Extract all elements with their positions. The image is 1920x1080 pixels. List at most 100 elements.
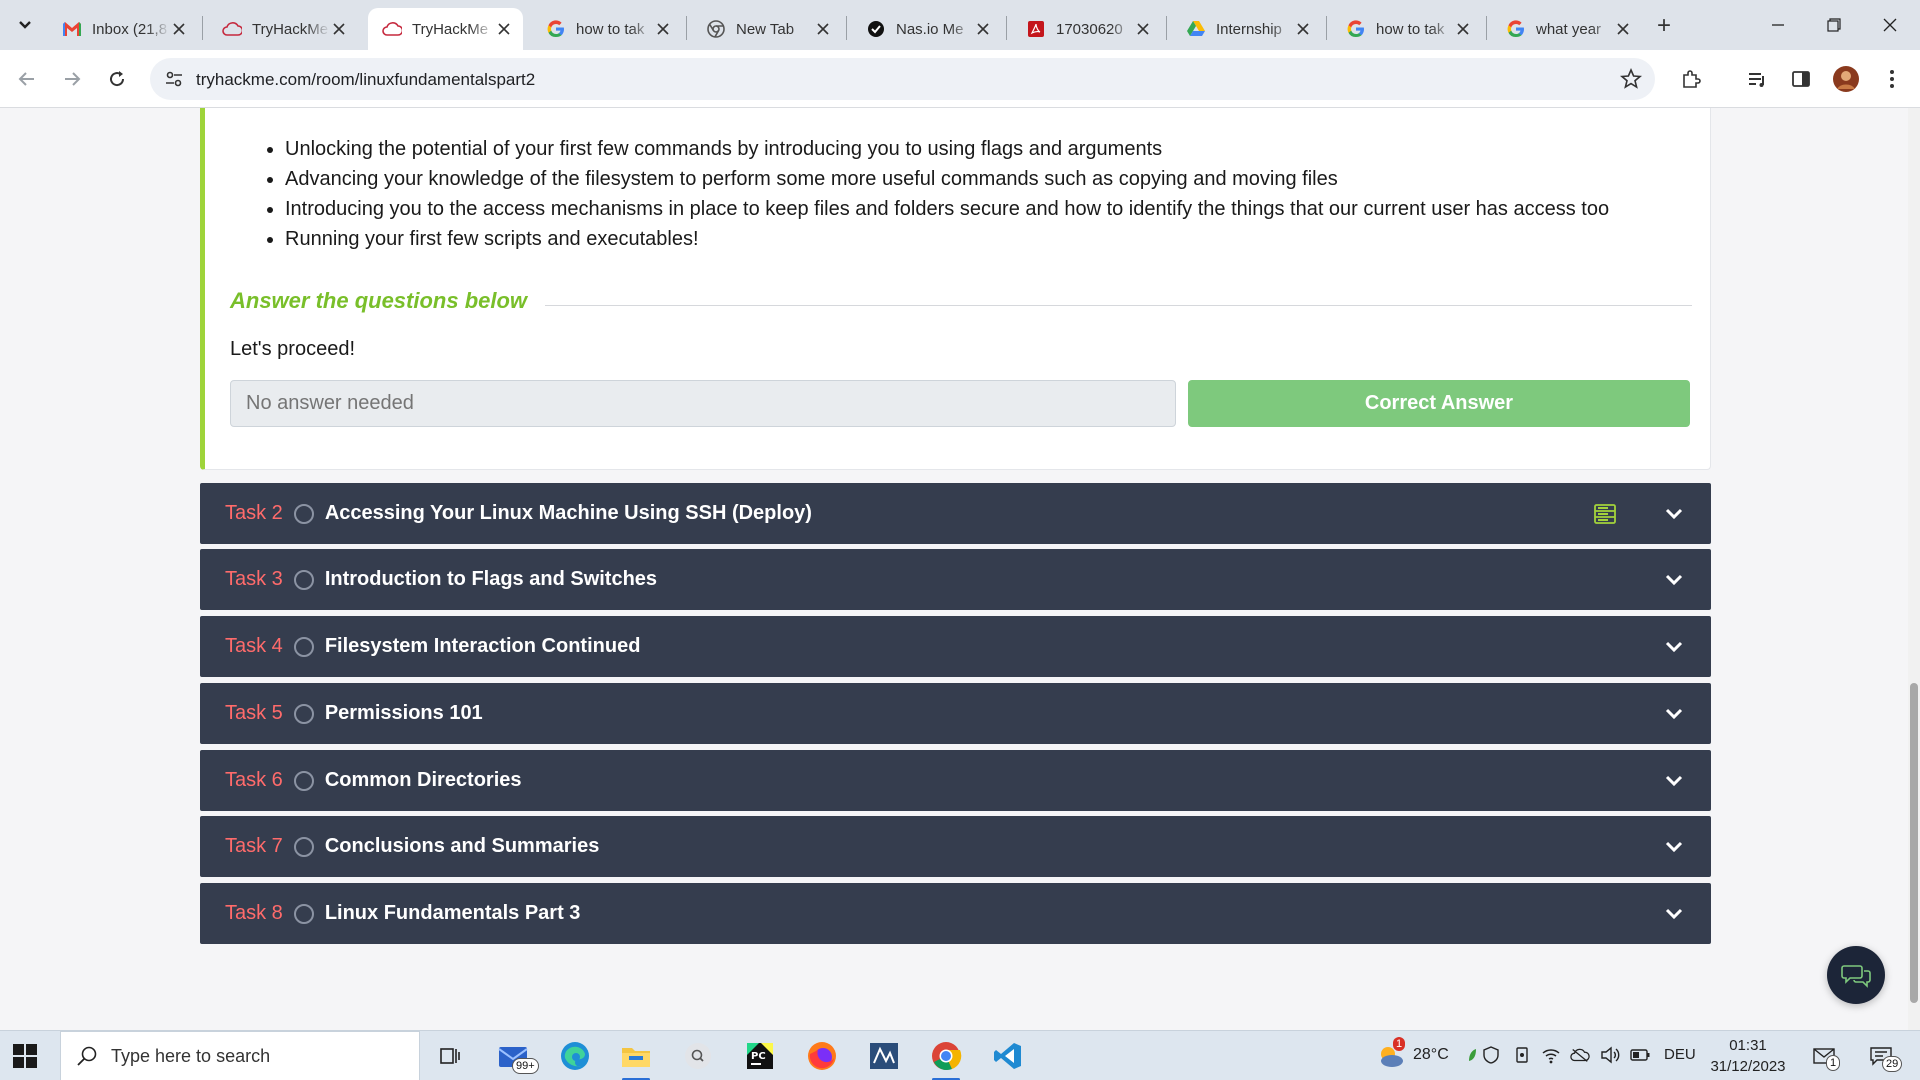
close-tab-icon[interactable] (170, 20, 188, 38)
browser-tab[interactable]: Nas.io Me (852, 8, 1002, 50)
tab-title: Nas.io Me (896, 20, 964, 38)
close-tab-icon[interactable] (1134, 20, 1152, 38)
media-control-button[interactable] (1742, 64, 1772, 94)
task-status-circle-icon (293, 836, 314, 857)
tab-separator (1166, 16, 1167, 40)
page-scrollbar[interactable] (1908, 108, 1920, 1030)
chevron-down-icon[interactable] (1662, 835, 1686, 859)
address-bar[interactable]: tryhackme.com/room/linuxfundamentalspart… (150, 58, 1655, 100)
url-text[interactable]: tryhackme.com/room/linuxfundamentalspart… (196, 70, 535, 90)
bookmark-star-icon[interactable] (1619, 67, 1643, 91)
new-tab-button[interactable]: + (1650, 12, 1678, 40)
edge-app[interactable] (555, 1036, 595, 1076)
browser-tab[interactable]: what year (1492, 8, 1642, 50)
system-clock[interactable]: 01:31 31/12/2023 (1700, 1035, 1796, 1077)
close-tab-icon[interactable] (814, 20, 832, 38)
browser-tab[interactable]: Inbox (21,8 (48, 8, 198, 50)
close-tab-icon[interactable] (974, 20, 992, 38)
profile-avatar[interactable] (1831, 64, 1861, 94)
close-tab-icon[interactable] (1614, 20, 1632, 38)
close-tab-icon[interactable] (330, 20, 348, 38)
wifi-icon[interactable] (1541, 1045, 1561, 1065)
search-placeholder: Type here to search (111, 1045, 271, 1066)
cloud-sync-icon[interactable] (1570, 1045, 1590, 1065)
folder-icon (622, 1048, 650, 1067)
chrome-app[interactable] (926, 1036, 966, 1080)
site-info-icon[interactable] (164, 69, 184, 89)
browser-tab[interactable]: TryHackMe (368, 8, 523, 50)
task-accordion-header[interactable]: Task 2 Accessing Your Linux Machine Using… (200, 483, 1711, 544)
task-accordion-header[interactable]: Task 3 Introduction to Flags and Switches (200, 549, 1711, 610)
browser-tab[interactable]: how to tak (1332, 8, 1482, 50)
tab-title: how to tak (1376, 20, 1445, 38)
answer-input[interactable] (230, 380, 1176, 427)
correct-answer-button[interactable]: Correct Answer (1188, 380, 1690, 427)
weather-badge: 1 (1393, 1037, 1406, 1051)
leaf-icon[interactable] (1462, 1045, 1482, 1065)
input-language[interactable]: DEU (1664, 1046, 1696, 1063)
battery-icon[interactable] (1630, 1045, 1650, 1065)
email-tray-icon[interactable]: 1 (1812, 1045, 1841, 1071)
media-queue-icon (1749, 73, 1764, 87)
close-tab-icon[interactable] (1454, 20, 1472, 38)
task-accordion-header[interactable]: Task 7 Conclusions and Summaries (200, 816, 1711, 877)
windows-start-icon[interactable] (12, 1043, 38, 1069)
search-app[interactable] (678, 1036, 718, 1076)
task-accordion-header[interactable]: Task 8 Linux Fundamentals Part 3 (200, 883, 1711, 944)
task-title: Linux Fundamentals Part 3 (324, 902, 581, 924)
back-button[interactable] (12, 64, 42, 94)
tab-title: TryHackMe (412, 20, 489, 38)
temperature[interactable]: 28°C (1413, 1046, 1449, 1064)
task-accordion-header[interactable]: Task 4 Filesystem Interaction Continued (200, 616, 1711, 677)
task-title: Conclusions and Summaries (324, 835, 600, 857)
close-tab-icon[interactable] (1294, 20, 1312, 38)
close-tab-icon[interactable] (495, 20, 513, 38)
tab-search-dropdown[interactable] (10, 13, 40, 37)
notification-center-icon[interactable]: 29 (1868, 1045, 1903, 1072)
chat-support-button[interactable] (1827, 946, 1885, 1004)
tab-title: Internship (1216, 20, 1282, 38)
task-number: Task 6 (225, 769, 283, 791)
taskbar-search[interactable]: Type here to search (60, 1031, 420, 1080)
firefox-app[interactable] (802, 1036, 842, 1076)
chevron-down-icon[interactable] (1662, 568, 1686, 592)
pycharm-icon: PC (747, 1043, 773, 1069)
reload-button[interactable] (102, 64, 132, 94)
task-view-button[interactable] (430, 1036, 470, 1076)
file-explorer-app[interactable] (616, 1036, 656, 1080)
vscode-app[interactable] (988, 1036, 1028, 1076)
forward-button[interactable] (57, 64, 87, 94)
close-tab-icon[interactable] (654, 20, 672, 38)
browser-menu-button[interactable] (1877, 64, 1907, 94)
task-number: Task 5 (225, 702, 283, 724)
minimize-button[interactable] (1758, 10, 1798, 40)
security-shield-icon[interactable] (1481, 1045, 1501, 1065)
task-1-bullet-list: Unlocking the potential of your first fe… (285, 134, 1609, 254)
chevron-down-icon[interactable] (1662, 502, 1686, 526)
device-icon[interactable] (1512, 1045, 1532, 1065)
chrome-icon (932, 1042, 962, 1071)
notification-count: 29 (1882, 1056, 1903, 1072)
browser-tab[interactable]: New Tab (692, 8, 842, 50)
weather-icon[interactable]: 1 (1376, 1037, 1406, 1071)
virtualbox-app[interactable] (864, 1036, 904, 1076)
close-window-button[interactable] (1870, 10, 1910, 40)
browser-tab[interactable]: Internship (1172, 8, 1322, 50)
side-panel-button[interactable] (1786, 64, 1816, 94)
browser-tab[interactable]: how to tak (532, 8, 682, 50)
mail-app[interactable]: 99+ (494, 1036, 539, 1076)
search-app-icon (685, 1043, 711, 1069)
restore-button[interactable] (1814, 10, 1854, 40)
task-accordion-header[interactable]: Task 6 Common Directories (200, 750, 1711, 811)
pycharm-app[interactable]: PC (740, 1036, 780, 1076)
chevron-down-icon[interactable] (1662, 635, 1686, 659)
browser-tab[interactable]: TryHackMe (208, 8, 358, 50)
chevron-down-icon[interactable] (1662, 702, 1686, 726)
scrollbar-thumb[interactable] (1910, 683, 1918, 1003)
task-accordion-header[interactable]: Task 5 Permissions 101 (200, 683, 1711, 744)
extensions-button[interactable] (1676, 64, 1706, 94)
browser-tab[interactable]: 17030620 (1012, 8, 1162, 50)
chevron-down-icon[interactable] (1662, 769, 1686, 793)
volume-icon[interactable] (1600, 1045, 1620, 1065)
chevron-down-icon[interactable] (1662, 902, 1686, 926)
